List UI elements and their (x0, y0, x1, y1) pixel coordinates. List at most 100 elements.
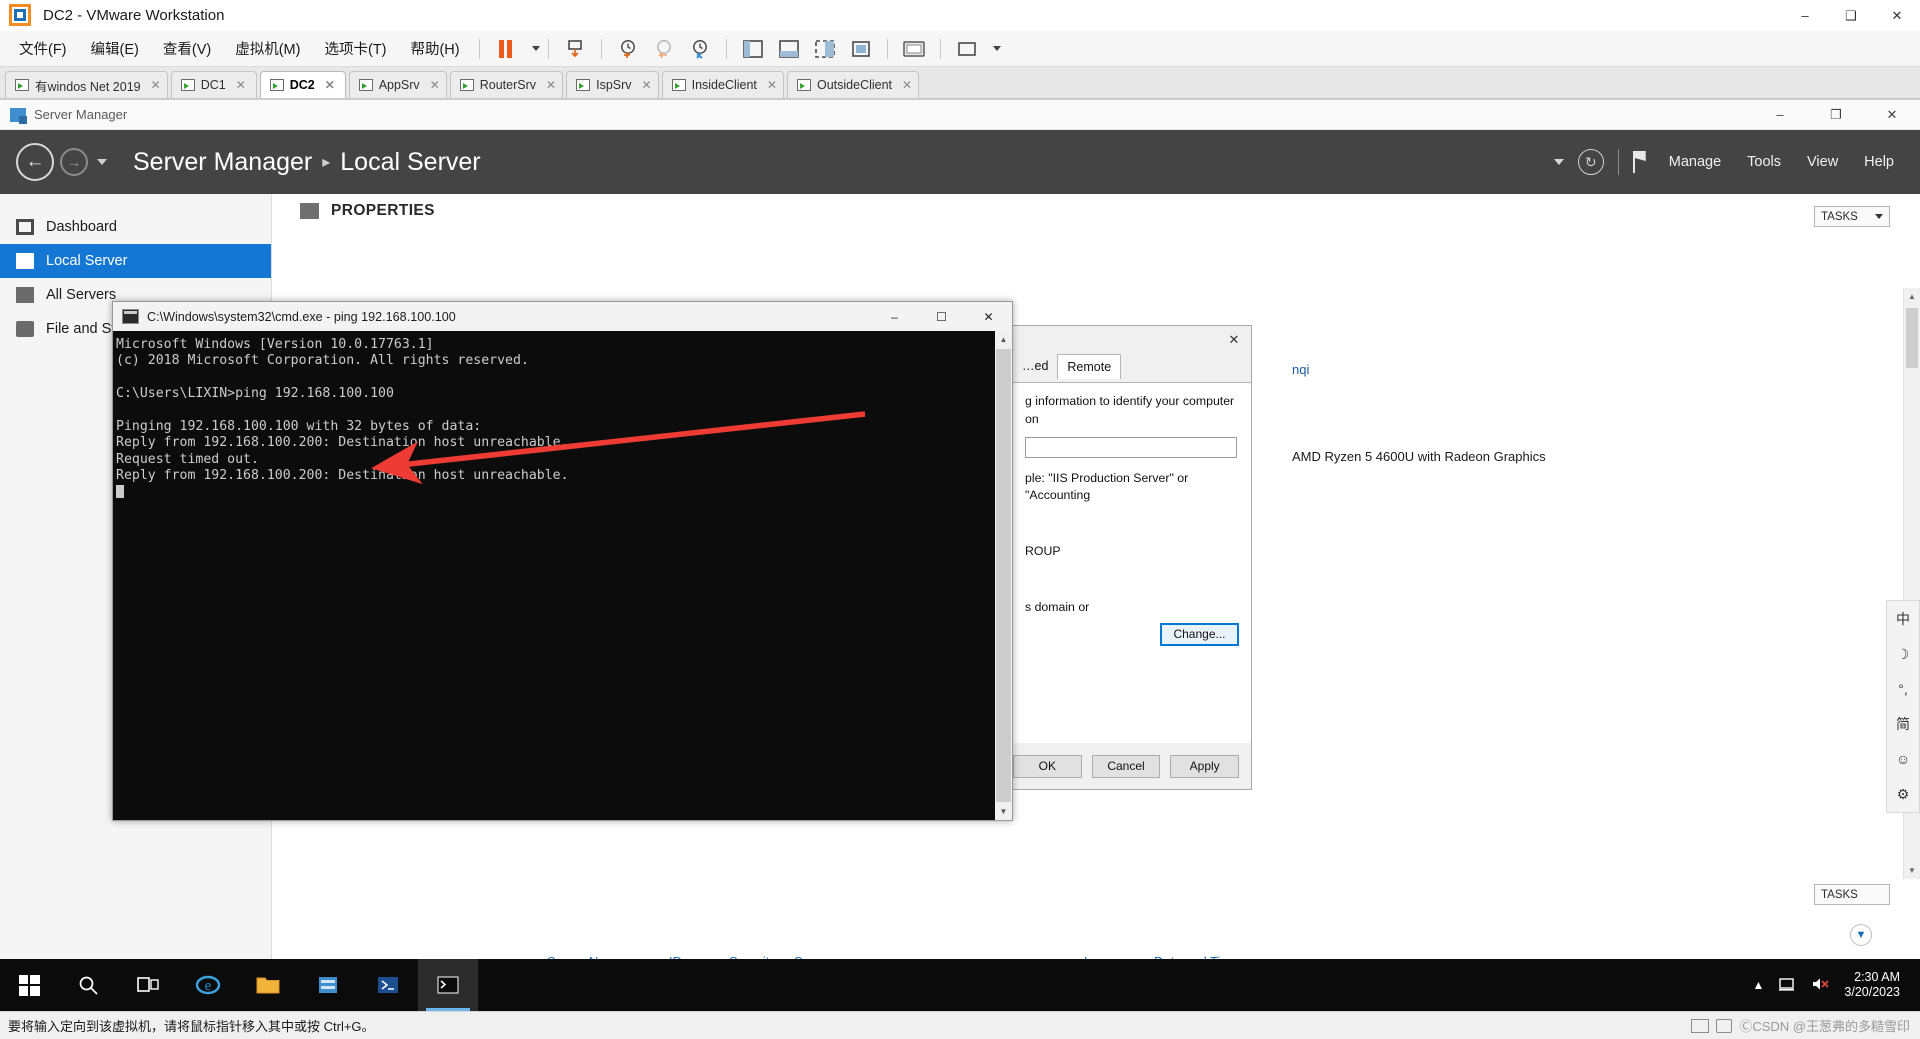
dropdown-caret-icon[interactable] (531, 46, 540, 51)
show-library-icon[interactable] (738, 36, 768, 62)
ime-mode-chinese[interactable]: 中 (1890, 607, 1916, 631)
ime-emoji-icon[interactable]: ☺ (1890, 747, 1916, 771)
command-prompt-taskbar-icon[interactable] (418, 959, 478, 1011)
cmd-output[interactable]: Microsoft Windows [Version 10.0.17763.1]… (113, 331, 995, 820)
tab-remote[interactable]: Remote (1057, 354, 1122, 379)
vm-tab-dc2[interactable]: DC2 ✕ (259, 71, 346, 98)
computer-description-field[interactable] (1025, 436, 1237, 458)
menu-vm[interactable]: 虚拟机(M) (224, 34, 311, 63)
vm-tab-ispsrv[interactable]: IspSrv ✕ (566, 71, 659, 98)
vm-icon (796, 79, 811, 91)
ime-simplified-icon[interactable]: 简 (1890, 712, 1916, 736)
scroll-up-arrow-icon[interactable]: ▲ (1904, 288, 1920, 305)
snapshot-take-icon[interactable] (613, 36, 643, 62)
scrollbar-thumb[interactable] (1906, 308, 1918, 368)
notifications-flag-icon[interactable] (1632, 151, 1649, 173)
vm-tab-windos-net-2019[interactable]: 有windos Net 2019 ✕ (5, 71, 168, 98)
vm-tab-dc1[interactable]: DC1 ✕ (170, 71, 257, 98)
scroll-up-arrow-icon[interactable]: ▲ (995, 331, 1012, 348)
internet-explorer-icon[interactable]: e (178, 959, 238, 1011)
tab-close-icon[interactable]: ✕ (642, 78, 652, 92)
menu-help[interactable]: 帮助(H) (399, 34, 470, 63)
collapse-section-button[interactable]: ▼ (1850, 924, 1872, 946)
preferences-caret-icon[interactable] (992, 46, 1001, 51)
menu-tabs[interactable]: 选项卡(T) (313, 34, 397, 63)
sm-minimize-button[interactable]: – (1752, 100, 1808, 130)
header-menu-view[interactable]: View (1801, 154, 1844, 170)
preferences-icon[interactable] (952, 36, 982, 62)
scroll-down-arrow-icon[interactable]: ▼ (995, 803, 1012, 820)
tab-close-icon[interactable]: ✕ (902, 78, 912, 92)
sidebar-item-local-server[interactable]: Local Server (0, 244, 271, 278)
header-menu-help[interactable]: Help (1858, 154, 1900, 170)
unity-icon[interactable] (899, 36, 929, 62)
nav-history-caret-icon[interactable] (97, 159, 107, 165)
tab-close-icon[interactable]: ✕ (767, 78, 777, 92)
menu-view[interactable]: 查看(V) (152, 34, 222, 63)
volume-mute-icon[interactable] (1811, 976, 1830, 995)
vm-tab-routersrv[interactable]: RouterSrv ✕ (449, 71, 564, 98)
close-icon[interactable]: ✕ (1217, 328, 1251, 352)
tab-close-icon[interactable]: ✕ (546, 78, 556, 92)
ime-moon-icon[interactable]: ☽ (1890, 642, 1916, 666)
refresh-icon[interactable]: ↻ (1577, 149, 1604, 175)
vm-tab-outsideclient[interactable]: OutsideClient ✕ (786, 71, 920, 98)
header-menu-tools[interactable]: Tools (1741, 154, 1787, 170)
start-button[interactable] (0, 959, 58, 1011)
minimize-button[interactable]: – (1782, 0, 1828, 31)
cancel-button[interactable]: Cancel (1091, 754, 1161, 778)
cmd-maximize-button[interactable]: ☐ (918, 302, 965, 331)
search-icon[interactable] (58, 959, 118, 1011)
status-display-icon[interactable] (1691, 1018, 1710, 1033)
vm-tab-appsrv[interactable]: AppSrv ✕ (348, 71, 447, 98)
server-manager-taskbar-icon[interactable] (298, 959, 358, 1011)
vmware-status-bar: 要将输入定向到该虚拟机，请将鼠标指针移入其中或按 Ctrl+G。 ⒸCSDN @… (0, 1011, 1920, 1039)
forward-button[interactable]: → (60, 148, 88, 176)
powershell-icon[interactable] (358, 959, 418, 1011)
cmd-scrollbar[interactable]: ▲ ▼ (995, 331, 1012, 820)
apply-button[interactable]: Apply (1170, 754, 1239, 778)
sm-maximize-button[interactable]: ❐ (1808, 100, 1864, 130)
tab-close-icon[interactable]: ✕ (325, 78, 335, 92)
snapshot-revert-icon[interactable] (649, 36, 679, 62)
scroll-down-arrow-icon[interactable]: ▼ (1904, 862, 1920, 879)
vm-tab-insideclient[interactable]: InsideClient ✕ (661, 71, 784, 98)
file-explorer-icon[interactable] (238, 959, 298, 1011)
pause-icon[interactable] (491, 36, 521, 62)
sm-close-button[interactable]: ✕ (1864, 100, 1920, 130)
notifications-caret-icon[interactable] (1553, 159, 1564, 165)
sidebar-item-dashboard[interactable]: Dashboard (0, 210, 271, 244)
menu-file[interactable]: 文件(F) (8, 34, 78, 63)
ime-punctuation-icon[interactable]: °, (1890, 677, 1916, 701)
show-thumbnails-icon[interactable] (774, 36, 804, 62)
status-network-icon[interactable] (1716, 1018, 1733, 1033)
fullscreen-icon[interactable] (846, 36, 876, 62)
tab-close-icon[interactable]: ✕ (236, 78, 246, 92)
send-ctrl-alt-del-icon[interactable] (560, 36, 590, 62)
snapshot-manager-icon[interactable] (685, 36, 715, 62)
change-button[interactable]: Change... (1160, 622, 1239, 646)
tab-advanced[interactable]: …ed (1013, 354, 1057, 379)
toolbar-divider (939, 38, 941, 59)
taskbar-clock[interactable]: 2:30 AM 3/20/2023 (1844, 970, 1906, 1000)
close-button[interactable]: ✕ (1874, 0, 1920, 31)
ok-button[interactable]: OK (1012, 754, 1082, 778)
show-console-icon[interactable] (810, 36, 840, 62)
scrollbar-thumb[interactable] (996, 349, 1011, 802)
task-view-icon[interactable] (118, 959, 178, 1011)
menu-edit[interactable]: 编辑(E) (80, 34, 150, 63)
chevron-up-icon[interactable]: ▲ (1753, 978, 1765, 992)
back-button[interactable]: ← (16, 143, 54, 181)
ime-settings-gear-icon[interactable]: ⚙ (1890, 782, 1916, 806)
cmd-minimize-button[interactable]: – (871, 302, 918, 331)
vmware-workstation-window: DC2 - VMware Workstation – ❑ ✕ 文件(F) 编辑(… (0, 0, 1920, 1039)
breadcrumb-root[interactable]: Server Manager (133, 148, 312, 177)
maximize-button[interactable]: ❑ (1828, 0, 1874, 31)
network-icon[interactable] (1778, 976, 1797, 995)
tab-close-icon[interactable]: ✕ (430, 78, 440, 92)
cmd-close-button[interactable]: ✕ (965, 302, 1012, 331)
header-menu-manage[interactable]: Manage (1663, 154, 1727, 170)
events-tasks-button[interactable]: TASKS (1814, 884, 1890, 905)
properties-tasks-button[interactable]: TASKS (1814, 206, 1890, 227)
tab-close-icon[interactable]: ✕ (151, 78, 161, 92)
